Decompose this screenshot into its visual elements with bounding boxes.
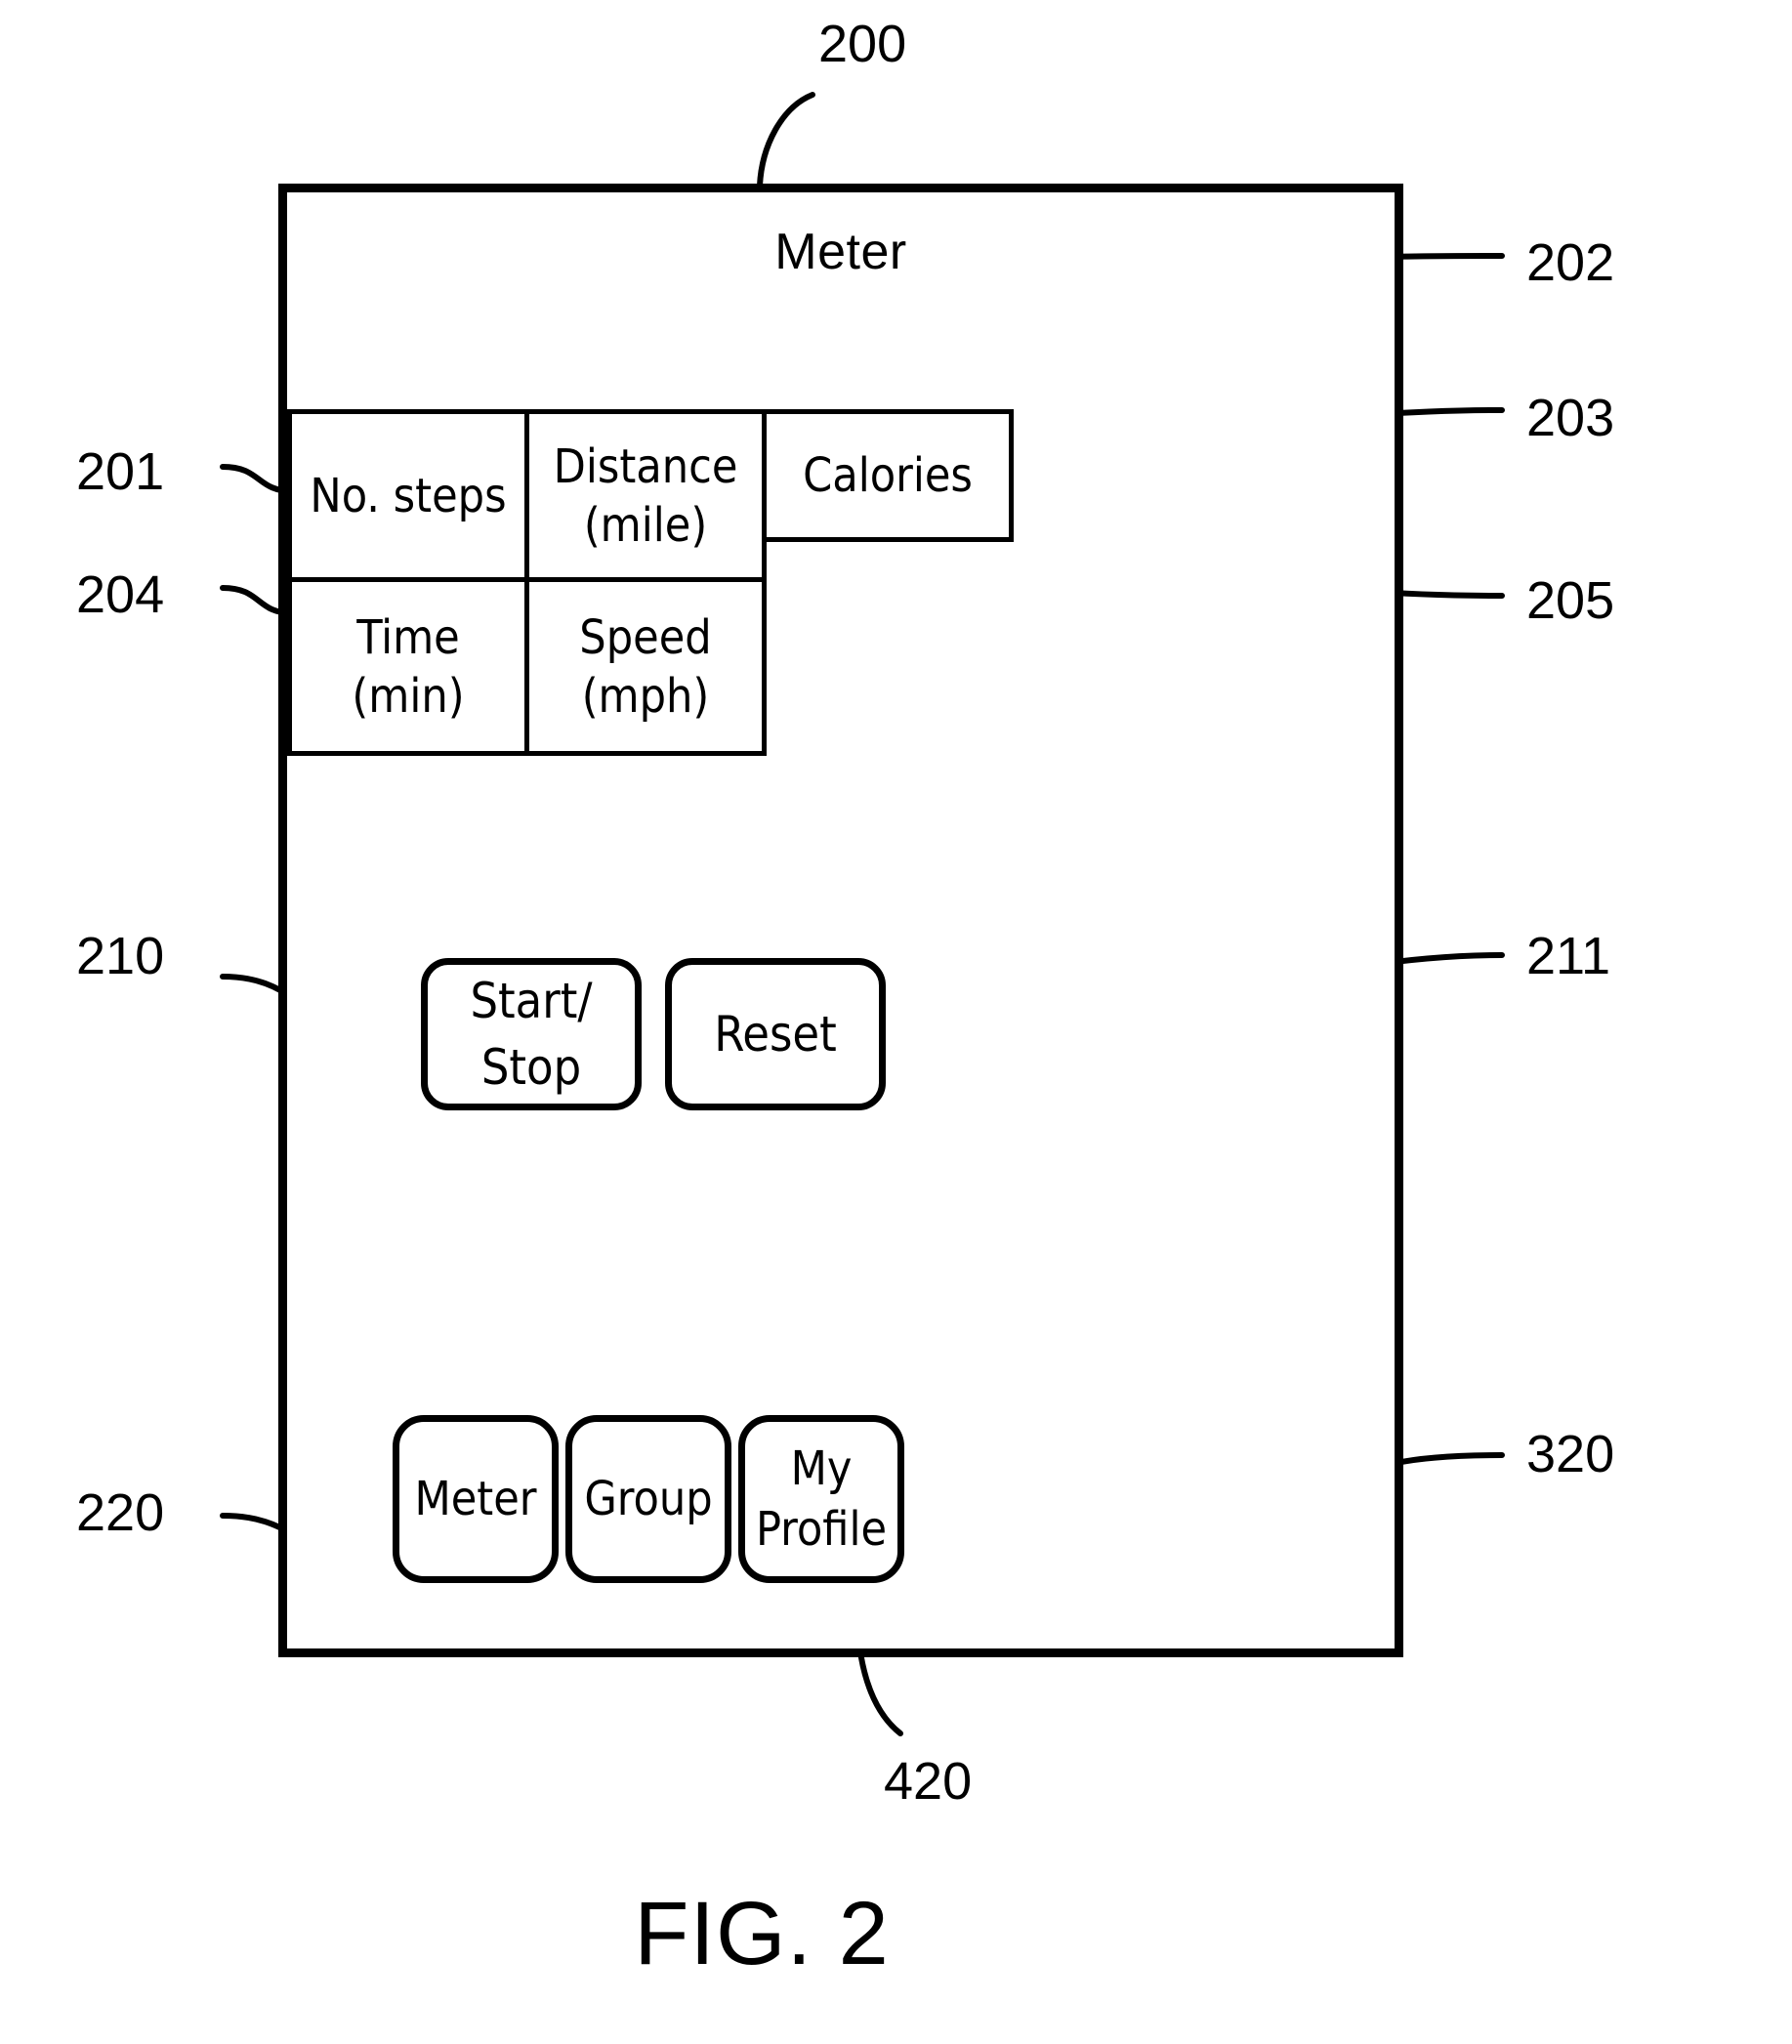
nav-tab-group-label: Group bbox=[584, 1472, 713, 1526]
leader-line-200 bbox=[757, 92, 815, 188]
figure-caption: FIG. 2 bbox=[634, 1884, 890, 1983]
metric-cell-speed[interactable]: Speed (mph) bbox=[524, 577, 767, 756]
nav-tab-meter[interactable]: Meter bbox=[393, 1415, 559, 1583]
reference-numeral-211: 211 bbox=[1526, 927, 1611, 985]
reference-numeral-203: 203 bbox=[1526, 389, 1615, 447]
mobile-device-frame: Meter No. steps Distance (mile) Calories… bbox=[278, 184, 1403, 1657]
nav-tab-my-profile-label-line1: My bbox=[790, 1441, 853, 1496]
metric-cell-no-steps[interactable]: No. steps bbox=[287, 409, 529, 582]
nav-tab-my-profile-label-line2: Profile bbox=[755, 1502, 888, 1557]
reset-button[interactable]: Reset bbox=[665, 958, 886, 1110]
metrics-table-empty-slot bbox=[762, 577, 1014, 756]
reference-numeral-220: 220 bbox=[76, 1483, 165, 1542]
reference-numeral-202: 202 bbox=[1526, 233, 1615, 292]
metric-cell-distance[interactable]: Distance (mile) bbox=[524, 409, 767, 582]
nav-tab-my-profile[interactable]: My Profile bbox=[738, 1415, 904, 1583]
metric-unit-distance: (mile) bbox=[583, 497, 708, 553]
metric-unit-time: (min) bbox=[352, 668, 465, 724]
start-stop-label-line2: Stop bbox=[480, 1039, 582, 1096]
reset-label: Reset bbox=[714, 1006, 837, 1063]
reference-numeral-205: 205 bbox=[1526, 571, 1615, 630]
reference-numeral-201: 201 bbox=[76, 442, 165, 501]
reference-numeral-200: 200 bbox=[818, 15, 907, 73]
nav-tab-group[interactable]: Group bbox=[565, 1415, 731, 1583]
metric-label-calories: Calories bbox=[803, 448, 973, 503]
reference-numeral-320: 320 bbox=[1526, 1425, 1615, 1483]
reference-numeral-204: 204 bbox=[76, 565, 165, 624]
nav-tab-meter-label: Meter bbox=[414, 1472, 537, 1526]
metric-cell-calories[interactable]: Calories bbox=[762, 409, 1014, 542]
start-stop-button[interactable]: Start/ Stop bbox=[421, 958, 642, 1110]
screen-title: Meter bbox=[774, 224, 907, 280]
metrics-table-row: No. steps Distance (mile) Calories bbox=[287, 409, 1014, 582]
metric-unit-speed: (mph) bbox=[581, 668, 710, 724]
metric-label-speed: Speed bbox=[579, 609, 712, 665]
metrics-table: No. steps Distance (mile) Calories Time … bbox=[287, 409, 1014, 756]
metric-label-time: Time bbox=[356, 609, 460, 665]
metric-cell-time[interactable]: Time (min) bbox=[287, 577, 529, 756]
metric-label-distance: Distance bbox=[553, 438, 738, 494]
reference-numeral-420: 420 bbox=[884, 1752, 973, 1811]
patent-figure: Meter No. steps Distance (mile) Calories… bbox=[0, 0, 1792, 2044]
metrics-table-row: Time (min) Speed (mph) bbox=[287, 577, 1014, 756]
metric-label-no-steps: No. steps bbox=[310, 468, 507, 523]
start-stop-label-line1: Start/ bbox=[470, 973, 593, 1029]
reference-numeral-210: 210 bbox=[76, 927, 165, 985]
